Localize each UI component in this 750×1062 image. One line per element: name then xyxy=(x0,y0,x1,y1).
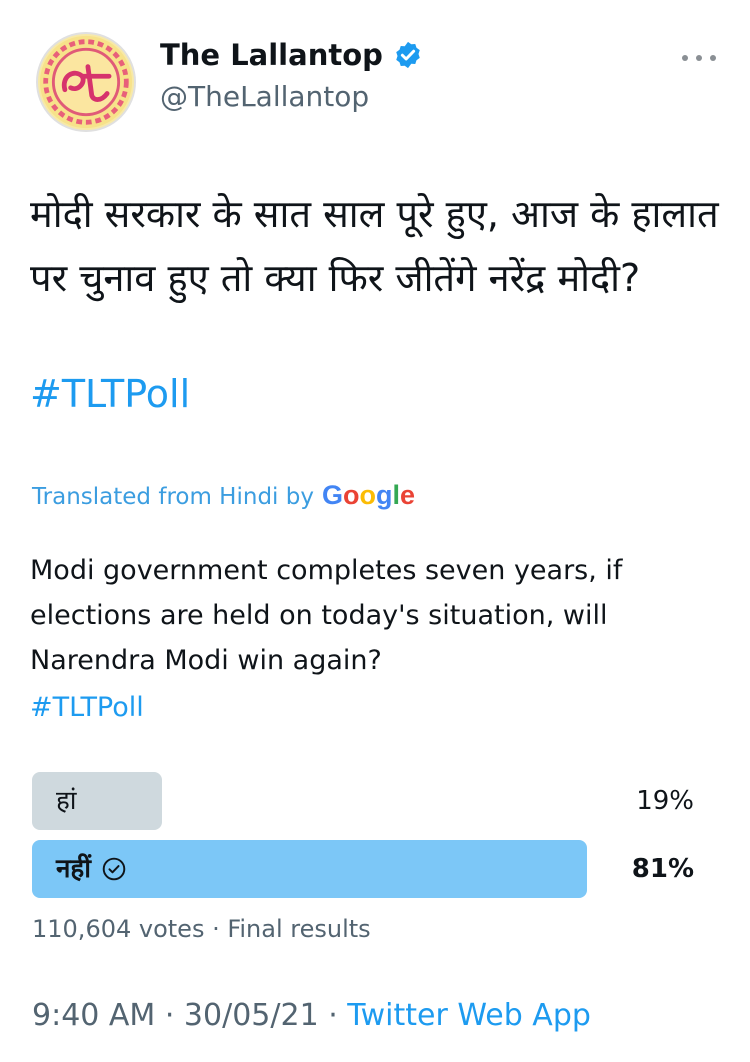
handle[interactable]: @TheLallantop xyxy=(160,80,369,113)
meta-separator: · xyxy=(318,998,348,1033)
google-logo: Google xyxy=(322,480,415,511)
poll-option-percent: 19% xyxy=(636,786,694,816)
avatar[interactable] xyxy=(36,32,136,132)
dot xyxy=(682,55,688,61)
google-letter: l xyxy=(392,480,400,510)
display-name[interactable]: The Lallantop xyxy=(160,38,383,72)
hashtag-link[interactable]: #TLTPoll xyxy=(30,372,190,416)
google-letter: G xyxy=(321,480,343,510)
poll-option-text: हां xyxy=(56,786,77,816)
verified-badge-icon xyxy=(396,41,420,69)
poll-option-yes: हां 19% xyxy=(32,772,702,830)
poll-option-label: नहीं xyxy=(56,840,127,898)
lallantop-logo-icon xyxy=(39,35,133,129)
dot xyxy=(696,55,702,61)
more-options-icon[interactable] xyxy=(682,52,716,64)
google-letter: e xyxy=(399,480,416,510)
tweet-time[interactable]: 9:40 AM xyxy=(32,998,155,1033)
translation-attribution[interactable]: Translated from Hindi by Google xyxy=(32,480,415,511)
poll-option-no: नहीं 81% xyxy=(32,840,702,898)
tweet-meta: 9:40 AM · 30/05/21 · Twitter Web App xyxy=(32,998,591,1033)
translation-label: Translated from Hindi by xyxy=(32,484,314,510)
google-letter: o xyxy=(359,480,376,510)
poll-bar xyxy=(32,772,162,830)
tweet-text: मोदी सरकार के सात साल पूरे हुए, आज के हा… xyxy=(30,192,719,300)
meta-separator: · xyxy=(155,998,184,1033)
poll-option-label: हां xyxy=(56,772,77,830)
poll-option-percent: 81% xyxy=(631,854,694,884)
translated-text: Modi government completes seven years, i… xyxy=(30,555,623,676)
translated-hashtag-link[interactable]: #TLTPoll xyxy=(30,692,144,723)
tweet-date[interactable]: 30/05/21 xyxy=(184,998,319,1033)
google-letter: o xyxy=(342,480,360,510)
author-name-row[interactable]: The Lallantop xyxy=(160,38,423,72)
dot xyxy=(710,55,716,61)
poll-vote-count: 110,604 votes · Final results xyxy=(32,915,371,943)
checkmark-circle-icon xyxy=(102,857,126,881)
poll-option-text: नहीं xyxy=(56,854,91,884)
tweet: The Lallantop @TheLallantop मोदी सरकार क… xyxy=(0,0,750,1062)
google-letter: g xyxy=(375,480,393,510)
tweet-source-link[interactable]: Twitter Web App xyxy=(347,998,591,1033)
